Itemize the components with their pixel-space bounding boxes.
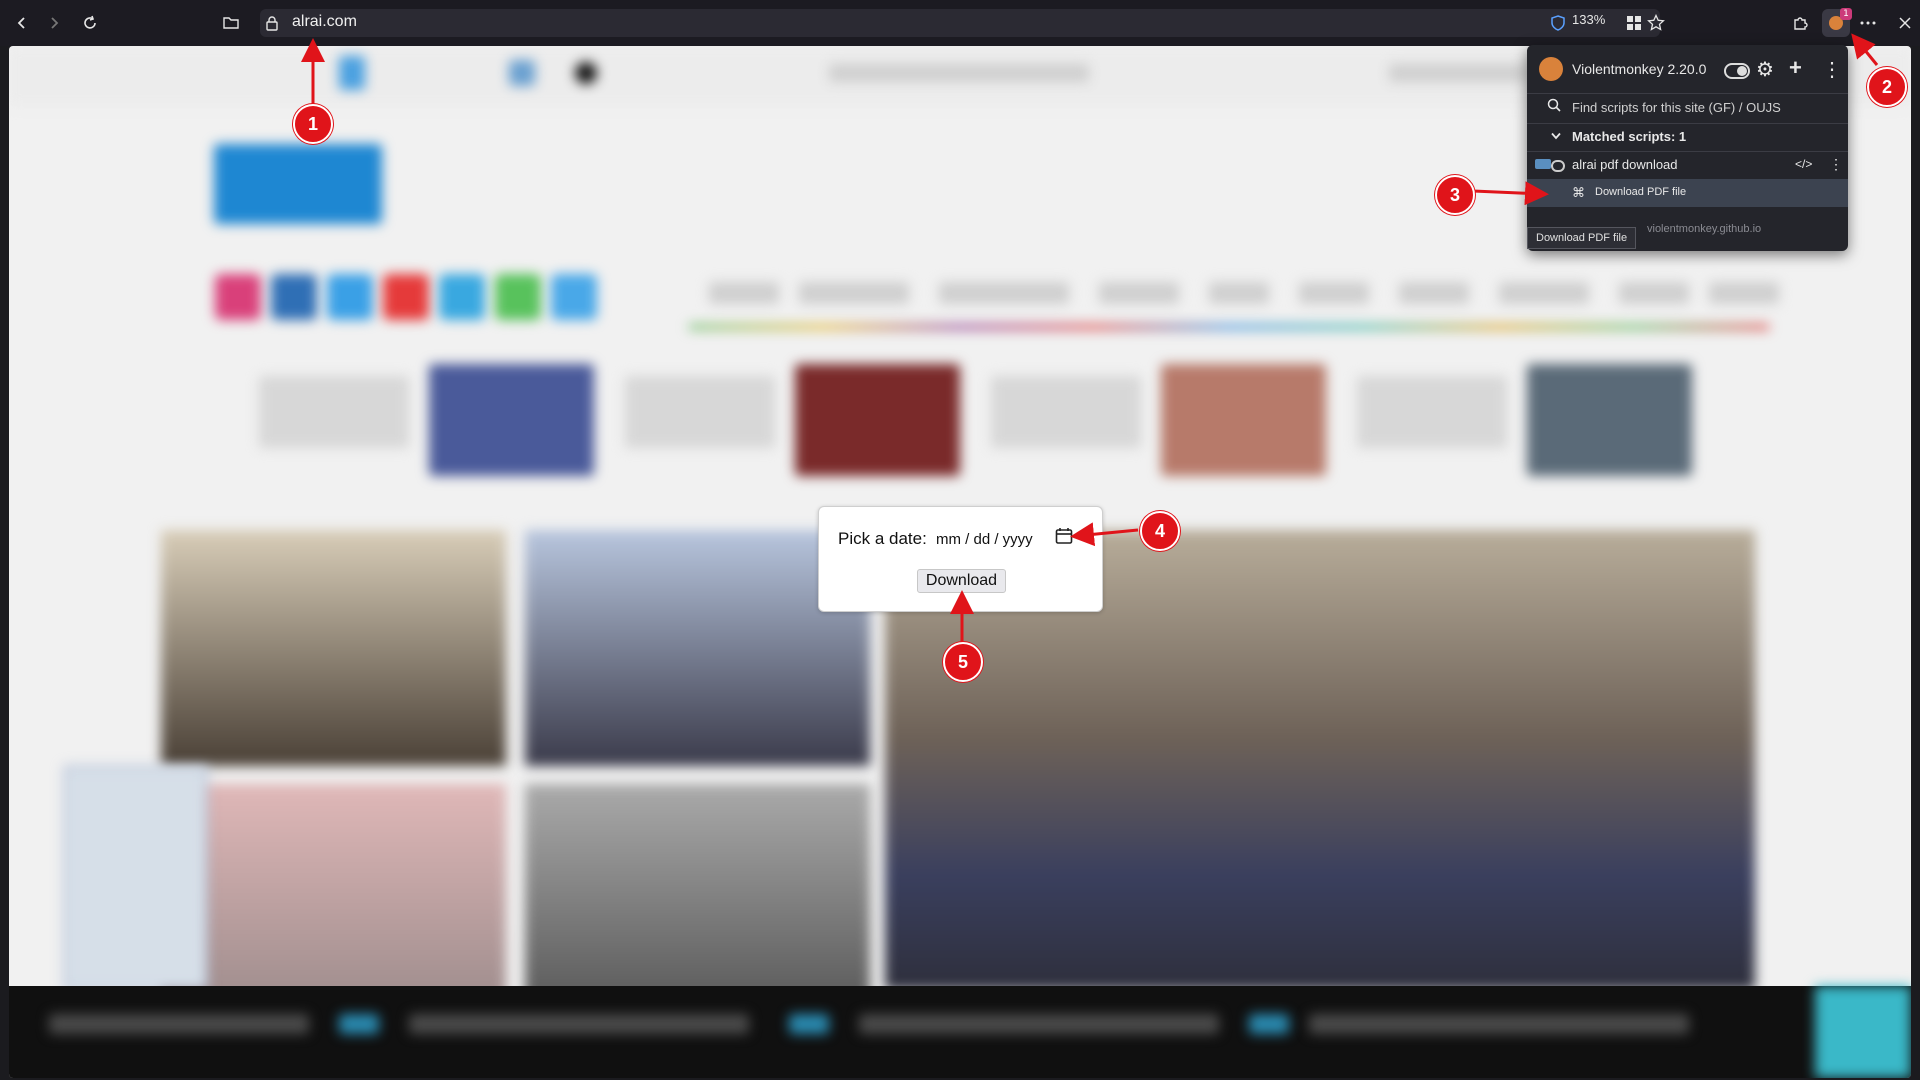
calendar-icon[interactable]: [1055, 527, 1073, 550]
news-card[interactable]: [161, 530, 506, 766]
nav-item[interactable]: [1209, 282, 1269, 304]
annotation-marker-2: 2: [1867, 67, 1907, 107]
ticker-logo: [339, 1014, 379, 1034]
social-instagram[interactable]: [215, 274, 261, 320]
script-icon: [1535, 159, 1551, 169]
nav-item[interactable]: [1299, 282, 1369, 304]
news-thumb-text[interactable]: [991, 376, 1141, 448]
site-blue-banner[interactable]: [214, 144, 382, 224]
ticker-item[interactable]: [409, 1014, 749, 1034]
chevron-down-icon: [1551, 128, 1561, 143]
site-header-icon-blue: [339, 56, 365, 90]
kebab-menu-icon[interactable]: ⋮: [1822, 57, 1842, 82]
reload-icon[interactable]: [78, 11, 102, 35]
nav-item[interactable]: [939, 282, 1069, 304]
plus-icon[interactable]: +: [1789, 55, 1802, 81]
code-icon[interactable]: </>: [1795, 157, 1812, 171]
social-youtube[interactable]: [383, 274, 429, 320]
vm-matched-scripts-header[interactable]: Matched scripts: 1: [1527, 123, 1848, 152]
bookmark-star-icon[interactable]: [1644, 11, 1668, 35]
monkey-logo-icon: [1539, 57, 1563, 81]
address-bar[interactable]: [260, 9, 1660, 37]
vm-enable-toggle[interactable]: [1724, 63, 1750, 79]
browser-toolbar: alrai.com 133% 1: [0, 0, 1920, 46]
ticker-logo: [789, 1014, 829, 1034]
vm-script-row[interactable]: alrai pdf download </> ⋮: [1527, 151, 1848, 179]
site-header-icon-dark: [575, 62, 597, 84]
vm-command-label[interactable]: Download PDF file: [1595, 186, 1686, 198]
date-label: Pick a date:: [838, 529, 927, 548]
violentmonkey-popup: Violentmonkey 2.20.0 ⚙ + ⋮ Find scripts …: [1527, 45, 1848, 251]
nav-item[interactable]: [709, 282, 779, 304]
date-picker-dialog: Pick a date: mm / dd / yyyy Download: [818, 506, 1103, 612]
news-thumb[interactable]: [1527, 364, 1692, 476]
site-header-icon-store: [509, 60, 535, 86]
vm-matched-scripts-label: Matched scripts: 1: [1572, 129, 1687, 144]
gear-icon[interactable]: ⚙: [1756, 57, 1774, 82]
annotation-marker-1: 1: [293, 104, 333, 144]
news-thumb[interactable]: [429, 364, 594, 476]
social-telegram[interactable]: [439, 274, 485, 320]
news-thumb-text[interactable]: [625, 376, 775, 448]
news-thumb-text[interactable]: [1357, 376, 1507, 448]
download-button[interactable]: Download: [917, 569, 1006, 593]
ticker-item[interactable]: [1309, 1014, 1689, 1034]
close-window-icon[interactable]: [1893, 11, 1917, 35]
site-header-date: [829, 64, 1089, 82]
vm-header: Violentmonkey 2.20.0 ⚙ + ⋮: [1527, 45, 1848, 94]
nav-item[interactable]: [1499, 282, 1589, 304]
url-text[interactable]: alrai.com: [292, 13, 357, 31]
script-kebab-icon[interactable]: ⋮: [1829, 156, 1843, 173]
social-twitter[interactable]: [327, 274, 373, 320]
social-facebook[interactable]: [551, 274, 597, 320]
tooltip: Download PDF file: [1527, 227, 1637, 249]
more-menu-icon[interactable]: [1856, 11, 1880, 35]
nav-item[interactable]: [1399, 282, 1469, 304]
folder-icon[interactable]: [219, 11, 243, 35]
news-thumb[interactable]: [1161, 364, 1326, 476]
search-icon: [1547, 98, 1561, 116]
annotation-marker-3: 3: [1435, 175, 1475, 215]
back-icon[interactable]: [10, 11, 34, 35]
command-icon: ⌘: [1572, 185, 1585, 200]
date-input[interactable]: mm / dd / yyyy: [936, 531, 1033, 548]
extensions-puzzle-icon[interactable]: [1788, 11, 1812, 35]
script-toggle[interactable]: [1551, 160, 1565, 172]
site-header-menu: [1389, 64, 1529, 82]
news-card[interactable]: [161, 784, 506, 1020]
ticker-logo: [1249, 1014, 1289, 1034]
grid-icon[interactable]: [1622, 11, 1646, 35]
social-whatsapp[interactable]: [495, 274, 541, 320]
nav-item[interactable]: [799, 282, 909, 304]
forward-icon[interactable]: [42, 11, 66, 35]
vm-title: Violentmonkey 2.20.0: [1572, 61, 1707, 77]
news-thumb-text[interactable]: [259, 376, 409, 448]
vm-homepage-link[interactable]: violentmonkey.github.io: [1647, 223, 1761, 235]
newspaper-thumbnail[interactable]: [64, 766, 208, 990]
extension-badge: 1: [1840, 8, 1852, 20]
vm-find-scripts-link[interactable]: Find scripts for this site (GF) / OUJS: [1572, 100, 1781, 115]
annotation-marker-4: 4: [1140, 511, 1180, 551]
lock-icon[interactable]: [260, 11, 284, 35]
ticker-item[interactable]: [49, 1014, 309, 1034]
social-linkedin[interactable]: [271, 274, 317, 320]
vm-find-scripts-row[interactable]: Find scripts for this site (GF) / OUJS: [1527, 93, 1848, 124]
nav-color-stripe: [689, 324, 1769, 330]
ticker-item[interactable]: [859, 1014, 1219, 1034]
shield-icon[interactable]: [1546, 11, 1570, 35]
news-thumb[interactable]: [795, 364, 960, 476]
news-card[interactable]: [525, 784, 870, 1020]
vm-command-download-pdf[interactable]: ⌘ Download PDF file: [1527, 179, 1848, 207]
annotation-marker-5: 5: [943, 642, 983, 682]
ticker-label: [1815, 986, 1911, 1078]
zoom-level[interactable]: 133%: [1572, 12, 1605, 27]
vm-script-name[interactable]: alrai pdf download: [1572, 157, 1678, 172]
nav-item[interactable]: [1709, 282, 1779, 304]
nav-item[interactable]: [1619, 282, 1689, 304]
nav-item[interactable]: [1099, 282, 1179, 304]
